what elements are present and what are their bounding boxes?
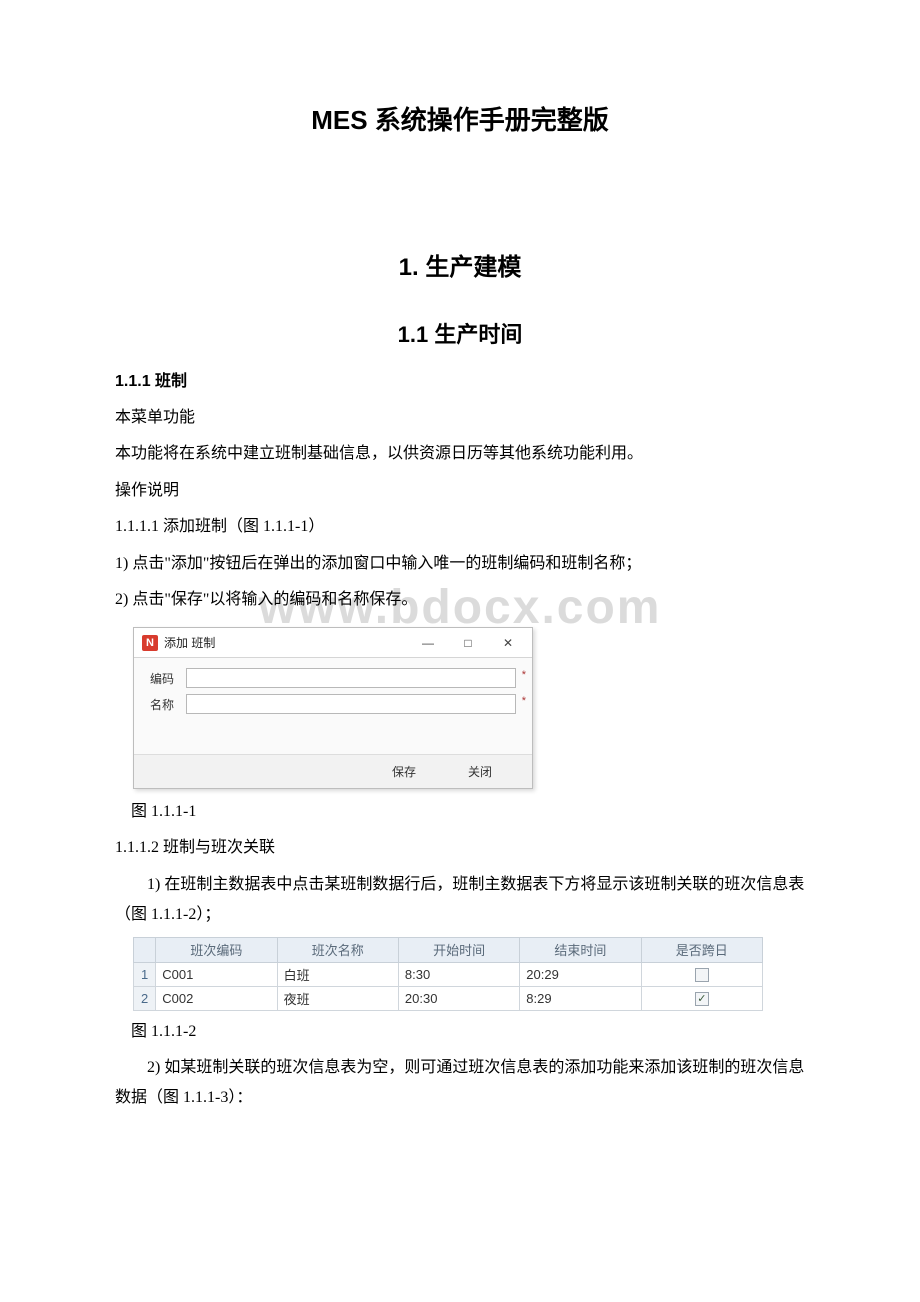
cell-code: C002 bbox=[156, 986, 277, 1010]
chapter-heading: 1. 生产建模 bbox=[115, 247, 805, 282]
subsection-heading: 1.1.1 班制 bbox=[115, 367, 805, 391]
row-number: 2 bbox=[134, 986, 156, 1010]
col-end-time: 结束时间 bbox=[520, 937, 641, 962]
cell-name: 夜班 bbox=[277, 986, 398, 1010]
cross-day-checkbox[interactable]: ✓ bbox=[695, 992, 709, 1006]
paragraph-step2: 2) 点击"保存"以将输入的编码和名称保存。 bbox=[115, 585, 805, 615]
paragraph-menu-label: 本菜单功能 bbox=[115, 403, 805, 433]
paragraph-menu-desc: 本功能将在系统中建立班制基础信息，以供资源日历等其他系统功能利用。 bbox=[115, 439, 805, 469]
col-cross-day: 是否跨日 bbox=[641, 937, 762, 962]
cell-end: 8:29 bbox=[520, 986, 641, 1010]
paragraph-assoc-1: 1) 在班制主数据表中点击某班制数据行后，班制主数据表下方将显示该班制关联的班次… bbox=[115, 870, 805, 931]
table-header-row: 班次编码 班次名称 开始时间 结束时间 是否跨日 bbox=[134, 937, 763, 962]
label-name: 名称 bbox=[150, 696, 186, 713]
cell-cross-day bbox=[641, 962, 762, 986]
paragraph-1-1-1-1: 1.1.1.1 添加班制（图 1.1.1-1） bbox=[115, 512, 805, 542]
cell-start: 20:30 bbox=[398, 986, 519, 1010]
section-heading: 1.1 生产时间 bbox=[115, 317, 805, 349]
table-row[interactable]: 2C002夜班20:308:29 ✓ bbox=[134, 986, 763, 1010]
document-title: MES 系统操作手册完整版 bbox=[115, 100, 805, 137]
shift-info-table: 班次编码 班次名称 开始时间 结束时间 是否跨日 1C001白班8:3020:2… bbox=[133, 937, 763, 1011]
close-window-button[interactable]: ✕ bbox=[488, 631, 528, 655]
cell-start: 8:30 bbox=[398, 962, 519, 986]
paragraph-assoc-2: 2) 如某班制关联的班次信息表为空，则可通过班次信息表的添加功能来添加该班制的班… bbox=[115, 1053, 805, 1114]
cell-code: C001 bbox=[156, 962, 277, 986]
minimize-button[interactable]: — bbox=[408, 631, 448, 655]
table-row[interactable]: 1C001白班8:3020:29 bbox=[134, 962, 763, 986]
cell-cross-day: ✓ bbox=[641, 986, 762, 1010]
maximize-button[interactable]: □ bbox=[448, 631, 488, 655]
col-start-time: 开始时间 bbox=[398, 937, 519, 962]
paragraph-step1: 1) 点击"添加"按钮后在弹出的添加窗口中输入唯一的班制编码和班制名称； bbox=[115, 549, 805, 579]
figure-caption-2: 图 1.1.1-2 bbox=[115, 1017, 805, 1041]
add-shift-dialog: N 添加 班制 — □ ✕ 编码 * 名称 * bbox=[133, 627, 533, 789]
save-button[interactable]: 保存 bbox=[386, 761, 422, 782]
app-icon: N bbox=[142, 635, 158, 651]
paragraph-1-1-1-2: 1.1.1.2 班制与班次关联 bbox=[115, 833, 805, 863]
code-input[interactable] bbox=[186, 668, 516, 688]
col-shift-name: 班次名称 bbox=[277, 937, 398, 962]
cell-end: 20:29 bbox=[520, 962, 641, 986]
cell-name: 白班 bbox=[277, 962, 398, 986]
figure-caption-1: 图 1.1.1-1 bbox=[115, 797, 805, 821]
dialog-title: 添加 班制 bbox=[164, 634, 408, 651]
name-input[interactable] bbox=[186, 694, 516, 714]
cross-day-checkbox[interactable] bbox=[695, 968, 709, 982]
required-asterisk: * bbox=[522, 669, 526, 681]
paragraph-op-label: 操作说明 bbox=[115, 476, 805, 506]
label-code: 编码 bbox=[150, 670, 186, 687]
dialog-titlebar: N 添加 班制 — □ ✕ bbox=[134, 628, 532, 658]
col-shift-code: 班次编码 bbox=[156, 937, 277, 962]
required-asterisk: * bbox=[522, 695, 526, 707]
row-number: 1 bbox=[134, 962, 156, 986]
close-button[interactable]: 关闭 bbox=[462, 761, 498, 782]
